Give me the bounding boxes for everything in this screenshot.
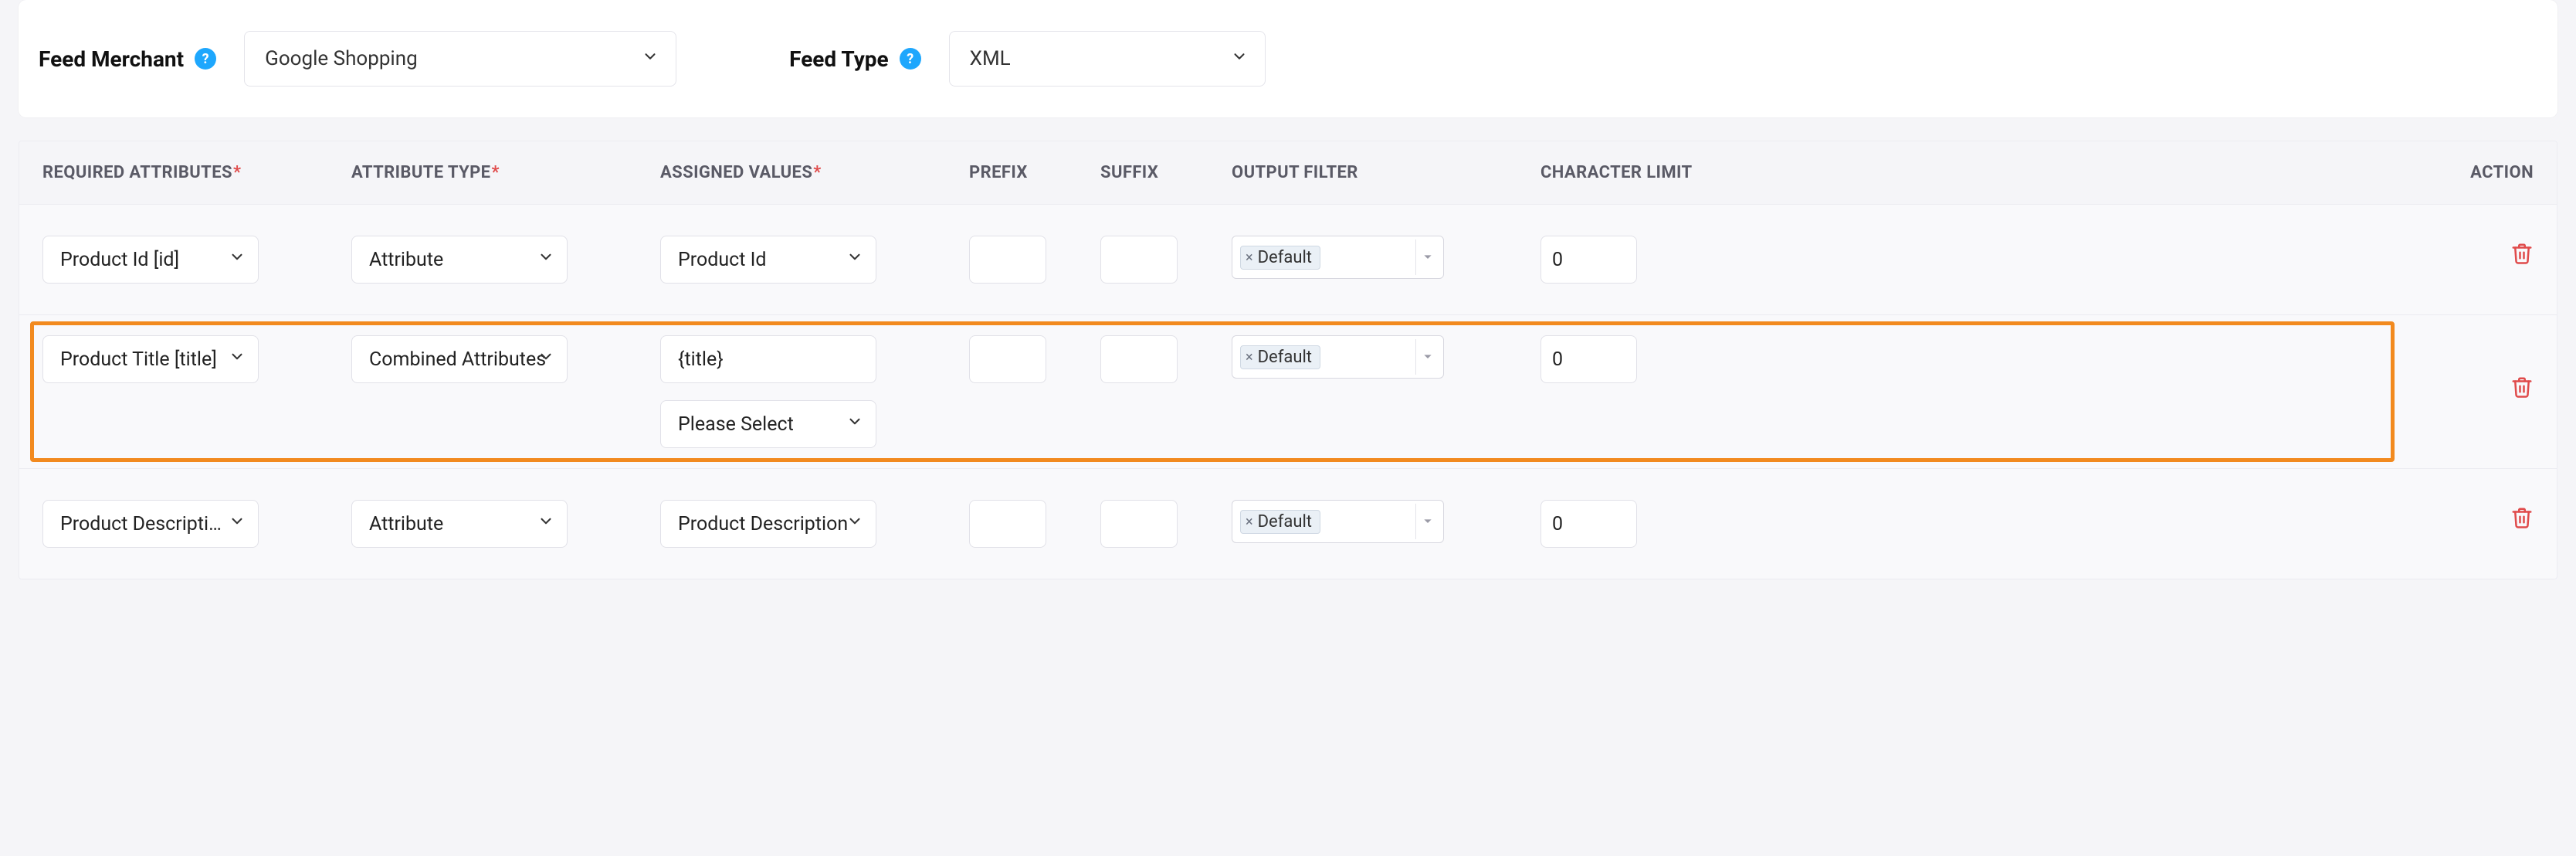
- th-char-limit: CHARACTER LIMIT: [1541, 163, 1803, 182]
- chevron-down-icon: [537, 513, 554, 535]
- feed-type-select[interactable]: XML: [949, 31, 1266, 87]
- chevron-down-icon: [846, 249, 863, 271]
- tag-remove-icon[interactable]: ×: [1246, 250, 1253, 266]
- feed-merchant-value: Google Shopping: [265, 47, 418, 70]
- attributes-table: REQUIRED ATTRIBUTES* ATTRIBUTE TYPE* ASS…: [19, 141, 2557, 579]
- prefix-input[interactable]: [969, 500, 1046, 548]
- chevron-down-icon: [642, 47, 659, 70]
- suffix-input[interactable]: [1100, 236, 1178, 284]
- table-row: Product Title [title] Combined Attribute…: [19, 314, 2557, 468]
- attr-type-select[interactable]: Attribute: [351, 500, 568, 548]
- chevron-down-icon: [229, 348, 246, 371]
- th-output-filter: OUTPUT FILTER: [1232, 163, 1541, 182]
- feed-merchant-label: Feed Merchant: [39, 46, 184, 72]
- chevron-down-icon: [1415, 504, 1439, 539]
- suffix-input[interactable]: [1100, 335, 1178, 383]
- prefix-input[interactable]: [969, 236, 1046, 284]
- output-filter-select[interactable]: ×Default: [1232, 236, 1444, 279]
- tag-remove-icon[interactable]: ×: [1246, 349, 1253, 365]
- required-attr-select[interactable]: Product Id [id]: [42, 236, 259, 284]
- chevron-down-icon: [537, 348, 554, 371]
- assigned-extra-select[interactable]: Please Select: [660, 400, 876, 448]
- char-limit-input[interactable]: [1541, 236, 1637, 284]
- tag-remove-icon[interactable]: ×: [1246, 514, 1253, 530]
- prefix-input[interactable]: [969, 335, 1046, 383]
- table-header-row: REQUIRED ATTRIBUTES* ATTRIBUTE TYPE* ASS…: [19, 141, 2557, 204]
- filter-tag[interactable]: ×Default: [1240, 345, 1320, 369]
- th-suffix: SUFFIX: [1100, 163, 1232, 182]
- feed-type-label: Feed Type: [789, 46, 889, 72]
- chevron-down-icon: [229, 249, 246, 271]
- output-filter-select[interactable]: ×Default: [1232, 335, 1444, 379]
- filter-tag[interactable]: ×Default: [1240, 246, 1320, 270]
- attr-type-select[interactable]: Combined Attributes: [351, 335, 568, 383]
- required-attr-select[interactable]: Product Description [description]: [42, 500, 259, 548]
- feed-type-value: XML: [970, 47, 1011, 70]
- chevron-down-icon: [229, 513, 246, 535]
- help-icon[interactable]: ?: [900, 48, 921, 70]
- suffix-input[interactable]: [1100, 500, 1178, 548]
- trash-icon[interactable]: [2510, 242, 2534, 268]
- trash-icon[interactable]: [2510, 375, 2534, 402]
- required-attr-select[interactable]: Product Title [title]: [42, 335, 259, 383]
- assigned-value-input[interactable]: [660, 335, 876, 383]
- trash-icon[interactable]: [2510, 506, 2534, 532]
- attr-type-select[interactable]: Attribute: [351, 236, 568, 284]
- output-filter-select[interactable]: ×Default: [1232, 500, 1444, 543]
- table-row: Product Description [description] Attrib…: [19, 468, 2557, 579]
- th-action: ACTION: [1803, 163, 2534, 182]
- feed-merchant-select[interactable]: Google Shopping: [244, 31, 676, 87]
- chevron-down-icon: [846, 413, 863, 436]
- th-required: REQUIRED ATTRIBUTES*: [42, 163, 351, 182]
- table-row: Product Id [id] Attribute Product Id ×De…: [19, 204, 2557, 314]
- chevron-down-icon: [537, 249, 554, 271]
- filter-tag[interactable]: ×Default: [1240, 510, 1320, 534]
- chevron-down-icon: [846, 513, 863, 535]
- help-icon[interactable]: ?: [195, 48, 216, 70]
- chevron-down-icon: [1231, 47, 1248, 70]
- char-limit-input[interactable]: [1541, 500, 1637, 548]
- th-assigned: ASSIGNED VALUES*: [660, 163, 969, 182]
- feed-config-card: Feed Merchant ? Google Shopping Feed Typ…: [19, 0, 2557, 117]
- char-limit-input[interactable]: [1541, 335, 1637, 383]
- assigned-value-select[interactable]: Product Description: [660, 500, 876, 548]
- chevron-down-icon: [1415, 239, 1439, 275]
- th-prefix: PREFIX: [969, 163, 1100, 182]
- th-attr-type: ATTRIBUTE TYPE*: [351, 163, 660, 182]
- assigned-value-select[interactable]: Product Id: [660, 236, 876, 284]
- chevron-down-icon: [1415, 339, 1439, 375]
